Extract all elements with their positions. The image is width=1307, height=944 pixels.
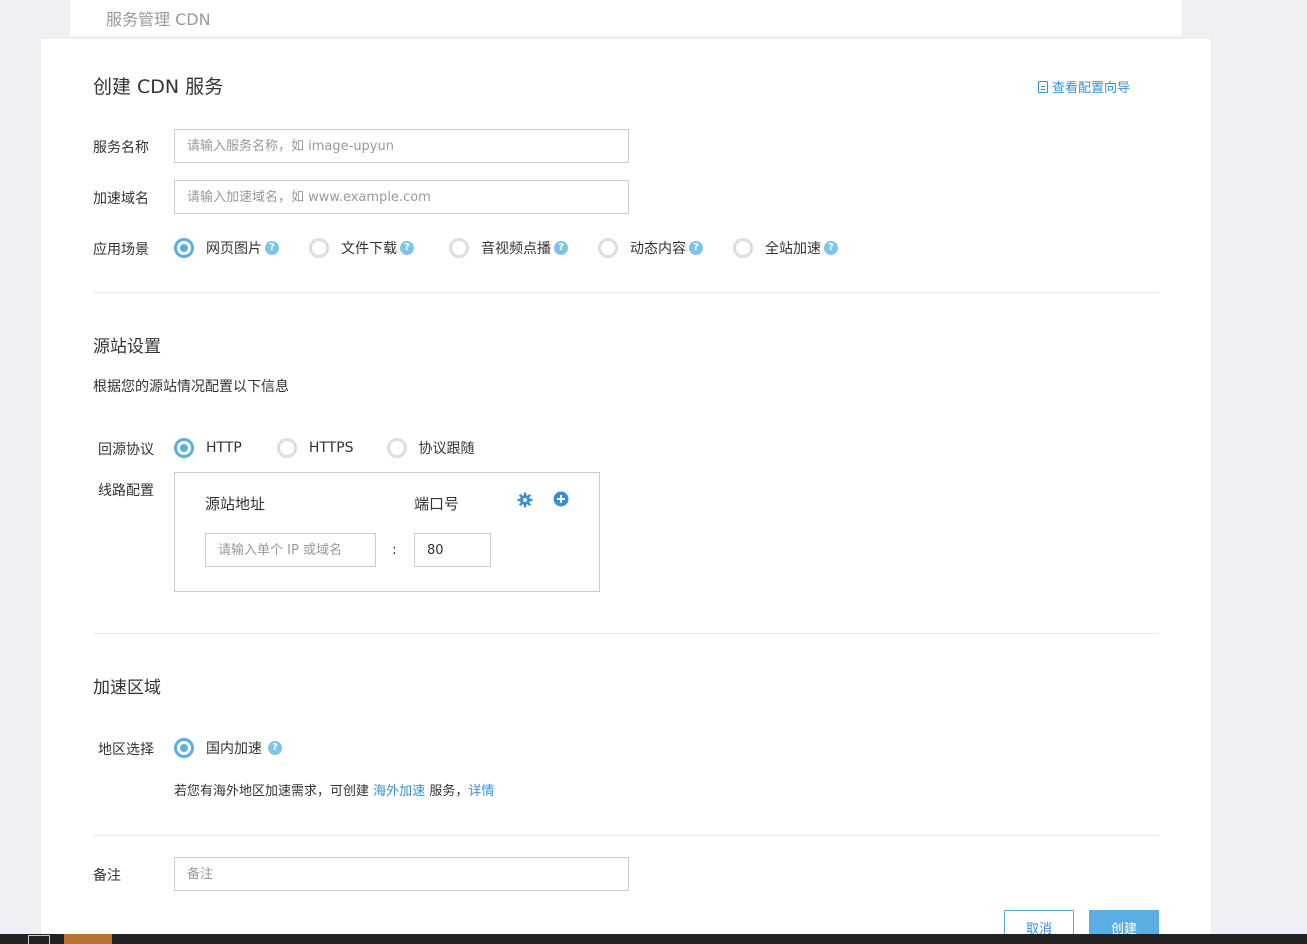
origin-section-title: 源站设置 bbox=[93, 337, 161, 357]
remark-label: 备注 bbox=[93, 868, 121, 884]
origin-description: 根据您的源站情况配置以下信息 bbox=[93, 379, 289, 395]
service-name-input[interactable] bbox=[174, 129, 629, 163]
domain-label: 加速域名 bbox=[93, 191, 149, 207]
taskbar-app-icon[interactable] bbox=[64, 934, 112, 944]
help-icon[interactable]: ? bbox=[824, 241, 838, 255]
port-header: 端口号 bbox=[414, 495, 460, 513]
scenario-option-label: 网页图片 bbox=[206, 241, 262, 257]
add-route-icon[interactable] bbox=[553, 491, 569, 507]
overseas-acceleration-link[interactable]: 海外加速 bbox=[373, 784, 425, 799]
overseas-note-text: 若您有海外地区加速需求，可创建 bbox=[174, 784, 370, 799]
origin-address-input[interactable] bbox=[205, 533, 376, 567]
protocol-option-https[interactable]: HTTPS bbox=[276, 438, 354, 458]
details-link[interactable]: 详情 bbox=[468, 784, 494, 799]
help-icon[interactable]: ? bbox=[265, 241, 279, 255]
service-name-label: 服务名称 bbox=[93, 140, 149, 156]
protocol-radio-group: HTTP HTTPS 协议跟随 bbox=[174, 438, 475, 458]
protocol-option-label: 协议跟随 bbox=[418, 441, 475, 457]
scenario-option-file-download[interactable]: 文件下载 ? bbox=[309, 238, 414, 258]
gear-icon[interactable] bbox=[517, 492, 533, 508]
scenario-option-label: 文件下载 bbox=[341, 241, 397, 257]
radio-icon[interactable] bbox=[309, 238, 329, 258]
radio-icon[interactable] bbox=[598, 238, 618, 258]
radio-icon[interactable] bbox=[733, 238, 753, 258]
help-icon[interactable]: ? bbox=[268, 741, 282, 755]
divider bbox=[93, 292, 1159, 293]
scenario-label: 应用场景 bbox=[93, 242, 149, 258]
radio-icon[interactable] bbox=[449, 238, 469, 258]
scenario-radio-group: 网页图片 ? 文件下载 ? 音视频点播 ? 动态内容 ? 全站加速 ? bbox=[174, 238, 838, 258]
remark-input[interactable] bbox=[174, 857, 629, 891]
radio-checked-icon[interactable] bbox=[174, 738, 194, 758]
top-header: 服务管理 CDN bbox=[70, 0, 1182, 36]
scenario-option-video-on-demand[interactable]: 音视频点播 ? bbox=[449, 238, 568, 258]
scenario-option-label: 音视频点播 bbox=[481, 241, 551, 257]
region-label: 地区选择 bbox=[98, 742, 154, 758]
protocol-option-label: HTTPS bbox=[308, 440, 354, 456]
protocol-option-follow[interactable]: 协议跟随 bbox=[386, 438, 475, 458]
region-option-label: 国内加速 bbox=[206, 741, 262, 757]
window-icon[interactable] bbox=[28, 935, 50, 944]
port-input[interactable] bbox=[414, 533, 491, 567]
help-icon[interactable]: ? bbox=[689, 241, 703, 255]
radio-checked-icon[interactable] bbox=[174, 238, 194, 258]
radio-icon[interactable] bbox=[276, 438, 297, 458]
help-icon[interactable]: ? bbox=[554, 241, 568, 255]
scenario-option-label: 动态内容 bbox=[630, 241, 686, 257]
scenario-option-label: 全站加速 bbox=[765, 241, 821, 257]
scenario-option-full-site[interactable]: 全站加速 ? bbox=[733, 238, 838, 258]
address-port-separator: : bbox=[392, 542, 397, 558]
route-config-box: 源站地址 端口号 : bbox=[174, 472, 600, 592]
breadcrumb: 服务管理 CDN bbox=[106, 10, 211, 29]
protocol-label: 回源协议 bbox=[98, 442, 154, 458]
divider bbox=[93, 633, 1159, 634]
config-guide-link[interactable]: 查看配置向导 bbox=[1037, 77, 1130, 96]
overseas-note: 若您有海外地区加速需求，可创建 海外加速 服务，详情 bbox=[174, 780, 494, 799]
help-icon[interactable]: ? bbox=[400, 241, 414, 255]
protocol-option-label: HTTP bbox=[206, 440, 242, 456]
overseas-note-text: 服务， bbox=[429, 784, 469, 799]
region-section-title: 加速区域 bbox=[93, 678, 161, 698]
scenario-option-dynamic-content[interactable]: 动态内容 ? bbox=[598, 238, 703, 258]
scenario-option-web-images[interactable]: 网页图片 ? bbox=[174, 238, 279, 258]
domain-input[interactable] bbox=[174, 180, 629, 214]
config-guide-label: 查看配置向导 bbox=[1051, 81, 1130, 96]
document-icon bbox=[1037, 80, 1048, 93]
radio-icon[interactable] bbox=[386, 438, 407, 458]
region-radio-group: 国内加速 ? bbox=[174, 738, 282, 758]
radio-checked-icon[interactable] bbox=[174, 438, 194, 458]
protocol-option-http[interactable]: HTTP bbox=[174, 438, 242, 458]
region-option-domestic[interactable]: 国内加速 ? bbox=[174, 738, 282, 758]
create-cdn-panel: 创建 CDN 服务 查看配置向导 服务名称 加速域名 应用场景 网页图片 ? 文… bbox=[41, 39, 1211, 944]
page-title: 创建 CDN 服务 bbox=[93, 76, 224, 98]
divider bbox=[93, 835, 1159, 836]
origin-address-header: 源站地址 bbox=[205, 495, 266, 513]
taskbar bbox=[0, 934, 1307, 944]
route-config-label: 线路配置 bbox=[98, 483, 154, 499]
